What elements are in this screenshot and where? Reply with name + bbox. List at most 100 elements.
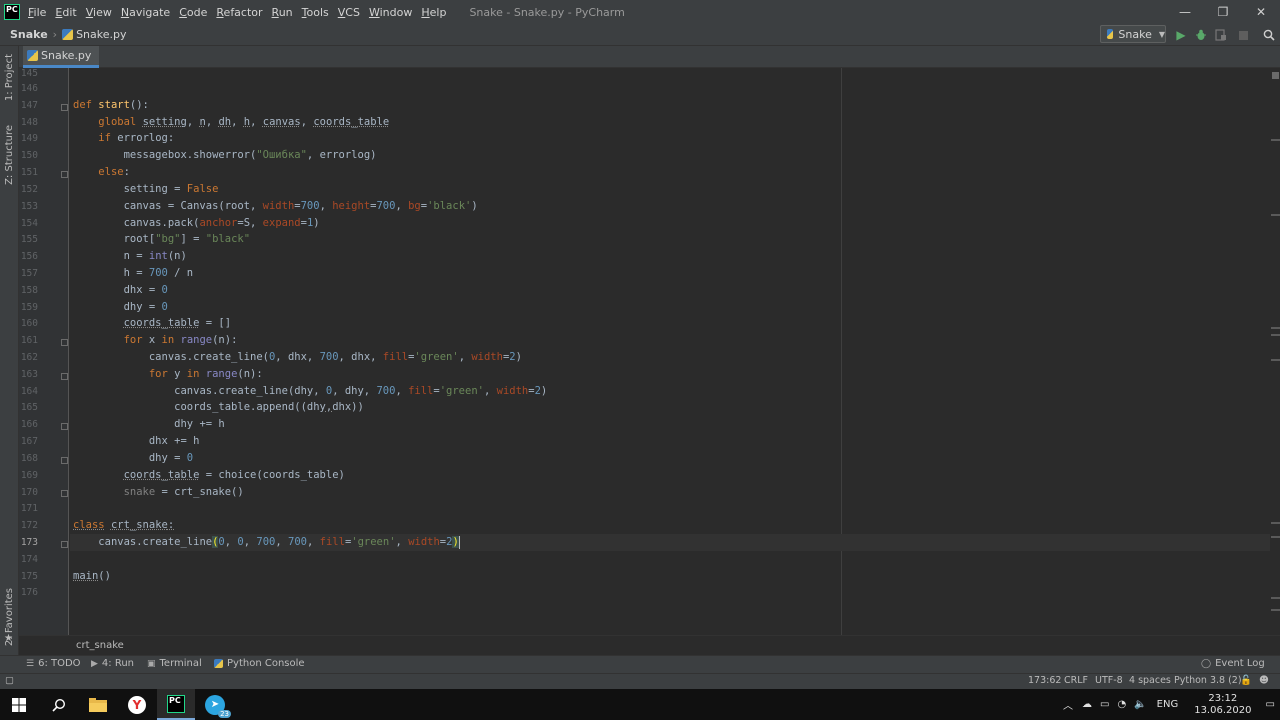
python-console-label: Python Console xyxy=(227,658,305,669)
interpreter[interactable]: Python 3.8 (2) xyxy=(1174,675,1242,686)
error-stripe-marker[interactable] xyxy=(1271,214,1280,216)
stop-button[interactable] xyxy=(1235,27,1251,43)
maximize-button[interactable]: ❐ xyxy=(1204,0,1242,24)
indentation[interactable]: 4 spaces xyxy=(1129,675,1171,686)
fold-marker-icon[interactable] xyxy=(61,457,68,464)
fold-marker-icon[interactable] xyxy=(61,104,68,111)
yandex-browser-button[interactable]: Y xyxy=(118,689,156,720)
fold-marker-icon[interactable] xyxy=(61,171,68,178)
telegram-button[interactable]: ➤ 23 xyxy=(196,689,234,720)
tab-snake-py[interactable]: Snake.py xyxy=(23,46,100,68)
error-stripe-marker[interactable] xyxy=(1271,334,1280,336)
tab-label: Snake.py xyxy=(41,49,92,62)
menu-tools[interactable]: Tools xyxy=(302,4,329,21)
code-line: n = int(n) xyxy=(123,250,187,262)
menu-vcs[interactable]: VCS xyxy=(338,4,360,21)
menu-file[interactable]: File xyxy=(28,4,46,21)
inspection-status-icon[interactable] xyxy=(1272,72,1279,79)
fold-marker-icon[interactable] xyxy=(61,423,68,430)
breadcrumb-item[interactable]: crt_snake xyxy=(76,640,124,651)
line-number: 149 xyxy=(20,133,38,144)
minimize-button[interactable]: — xyxy=(1166,0,1204,24)
list-icon: ☰ xyxy=(26,658,35,669)
taskbar-search-button[interactable] xyxy=(40,689,78,720)
error-stripe-marker[interactable] xyxy=(1271,359,1280,361)
menu-navigate[interactable]: Navigate xyxy=(121,4,170,21)
editor-scrollbar[interactable] xyxy=(1270,68,1280,635)
python-file-icon xyxy=(27,50,38,61)
error-stripe-marker[interactable] xyxy=(1271,522,1280,524)
volume-icon[interactable]: 🔈 xyxy=(1134,699,1146,710)
status-bar: ▢ 173:62 CRLF UTF-8 4 spaces Python 3.8 … xyxy=(0,673,1280,689)
fold-marker-icon[interactable] xyxy=(61,339,68,346)
code-line: else: xyxy=(98,166,130,178)
project-tool-tab[interactable]: 1: Project xyxy=(0,50,19,106)
clock-time: 23:12 xyxy=(1208,692,1238,704)
search-icon xyxy=(1263,29,1275,41)
line-separator[interactable]: CRLF xyxy=(1064,675,1088,686)
code-line: h = 700 / n xyxy=(123,267,194,279)
code-line: setting = False xyxy=(123,183,219,195)
layout-icon[interactable]: ▢ xyxy=(5,675,14,686)
caret-position[interactable]: 173:62 xyxy=(1028,675,1061,686)
line-number: 172 xyxy=(20,520,38,531)
network-icon[interactable]: ▭ xyxy=(1100,699,1109,710)
fold-marker-icon[interactable] xyxy=(61,490,68,497)
todo-label: 6: TODO xyxy=(38,658,81,669)
menu-edit[interactable]: Edit xyxy=(55,4,76,21)
system-tray: ︿ ☁ ▭ ◔ 🔈 ENG 23:12 13.06.2020 ▭ xyxy=(1063,689,1275,720)
project-tab-label: 1: Project xyxy=(4,54,15,102)
menu-window[interactable]: Window xyxy=(369,4,412,21)
lock-icon[interactable]: 🔓 xyxy=(1240,675,1252,686)
nav-file[interactable]: Snake.py xyxy=(62,28,127,41)
run-button[interactable]: ▶ xyxy=(1173,27,1189,43)
cloud-icon[interactable]: ☁ xyxy=(1082,699,1092,710)
start-button[interactable] xyxy=(0,689,38,720)
structure-tool-tab[interactable]: Z: Structure xyxy=(0,122,19,188)
input-language[interactable]: ENG xyxy=(1157,699,1179,710)
fold-marker-icon[interactable] xyxy=(61,541,68,548)
file-encoding[interactable]: UTF-8 xyxy=(1095,675,1123,686)
fold-marker-icon[interactable] xyxy=(61,373,68,380)
error-stripe-marker[interactable] xyxy=(1271,609,1280,611)
telegram-icon: ➤ 23 xyxy=(205,694,231,718)
debug-button[interactable] xyxy=(1193,27,1209,43)
menu-run[interactable]: Run xyxy=(272,4,293,21)
windows-logo-icon xyxy=(12,697,26,712)
nav-project[interactable]: Snake xyxy=(10,28,48,41)
pycharm-taskbar-button[interactable]: PC xyxy=(157,689,195,720)
error-stripe-marker[interactable] xyxy=(1271,536,1280,538)
bug-icon xyxy=(1196,29,1206,40)
line-number: 167 xyxy=(20,436,38,447)
code-editor[interactable]: def start(): global setting, n, dh, h, c… xyxy=(70,68,1270,635)
wifi-icon[interactable]: ◔ xyxy=(1117,699,1126,710)
todo-tool-button[interactable]: ☰ 6: TODO xyxy=(26,658,81,669)
code-line-current: canvas.create_line(0, 0, 700, 700, fill=… xyxy=(98,535,460,549)
error-stripe-marker[interactable] xyxy=(1271,139,1280,141)
menu-view[interactable]: View xyxy=(86,4,112,21)
clock[interactable]: 23:12 13.06.2020 xyxy=(1194,693,1251,717)
run-label: 4: Run xyxy=(101,658,135,669)
coverage-button[interactable] xyxy=(1213,27,1229,43)
run-tool-button[interactable]: ▶ 4: Run xyxy=(91,658,134,669)
notification-icon[interactable]: ▭ xyxy=(1265,699,1274,710)
python-console-tool-button[interactable]: Python Console xyxy=(214,658,305,669)
breadcrumb: crt_snake xyxy=(19,635,1280,655)
search-button[interactable] xyxy=(1261,27,1277,43)
menu-help[interactable]: Help xyxy=(421,4,446,21)
close-button[interactable]: ✕ xyxy=(1242,0,1280,24)
line-number: 174 xyxy=(20,554,38,565)
menu-refactor[interactable]: Refactor xyxy=(216,4,262,21)
code-line: canvas.create_line(dhy, 0, dhy, 700, fil… xyxy=(174,385,548,397)
chevron-up-icon[interactable]: ︿ xyxy=(1063,697,1073,712)
error-stripe-marker[interactable] xyxy=(1271,597,1280,599)
terminal-tool-button[interactable]: ▣ Terminal xyxy=(147,658,202,669)
file-explorer-button[interactable] xyxy=(79,689,117,720)
line-number: 169 xyxy=(20,470,38,481)
line-number: 153 xyxy=(20,201,38,212)
error-stripe-marker[interactable] xyxy=(1271,327,1280,329)
menu-code[interactable]: Code xyxy=(179,4,207,21)
run-config-select[interactable]: Snake ▼ xyxy=(1100,25,1166,43)
inspector-icon[interactable]: ☻ xyxy=(1259,675,1269,686)
event-log-tool-button[interactable]: ◯ Event Log xyxy=(1201,658,1265,669)
